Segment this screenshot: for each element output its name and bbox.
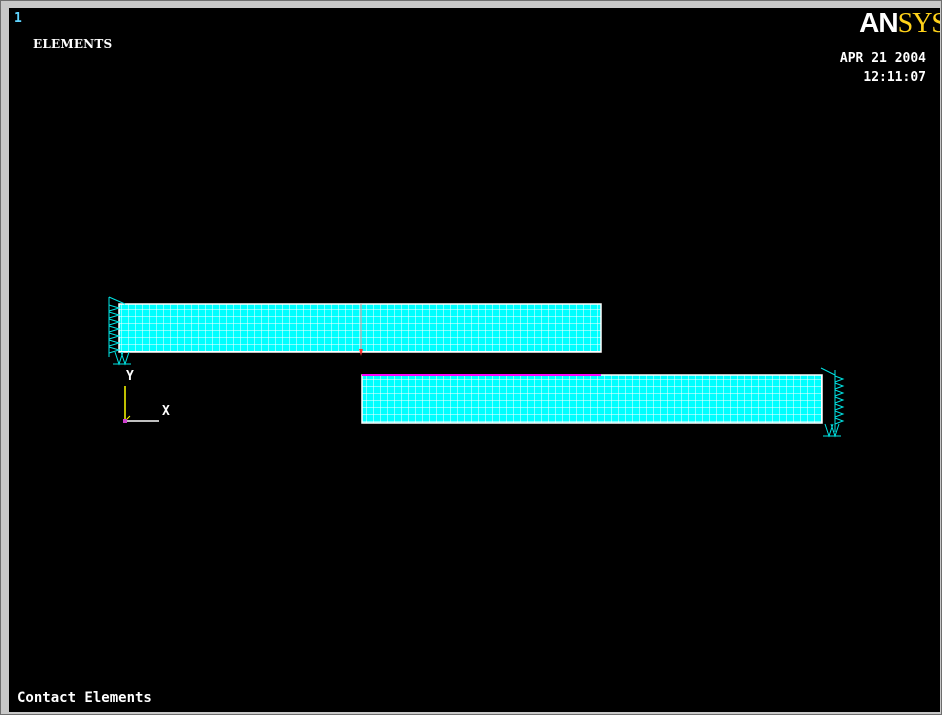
lower-beam-mesh	[361, 374, 823, 424]
graphics-window-frame: 1 ELEMENTS ANSYS APR 21 2004 12:11:07 Y …	[0, 0, 942, 715]
coordinate-triad-icon	[123, 386, 159, 423]
right-constraint-icon	[820, 367, 845, 438]
model-view	[108, 296, 845, 438]
upper-beam-mesh	[118, 303, 602, 356]
graphics-viewport[interactable]: 1 ELEMENTS ANSYS APR 21 2004 12:11:07 Y …	[9, 8, 940, 712]
axis-y-label: Y	[126, 369, 134, 384]
footer-title: Contact Elements	[17, 690, 152, 706]
axis-x-label: X	[162, 404, 170, 419]
